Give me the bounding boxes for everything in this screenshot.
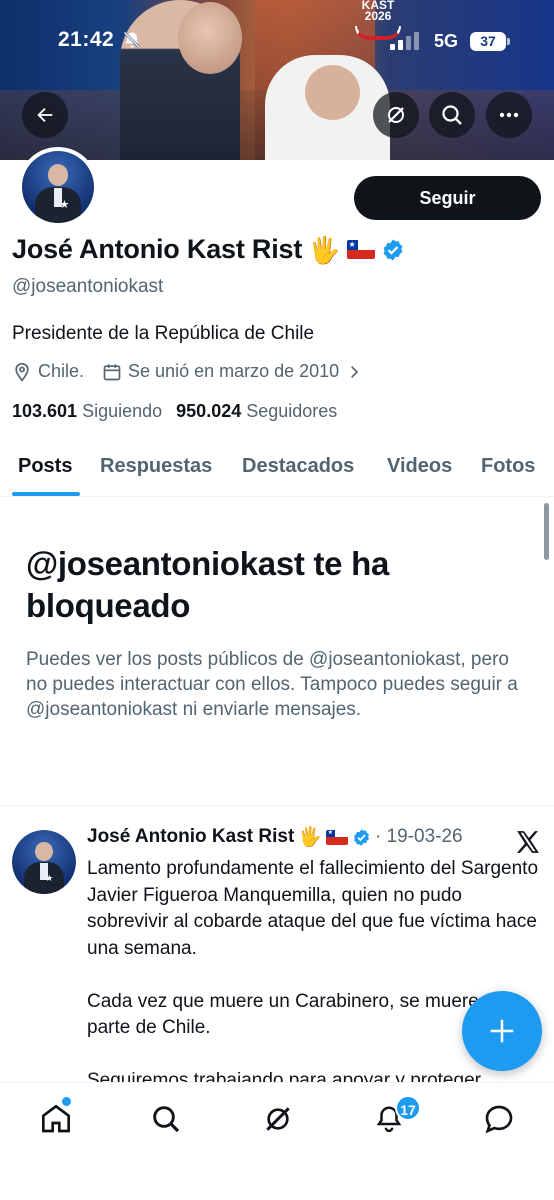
profile-avatar[interactable]: ★ (18, 147, 98, 227)
network-type: 5G (434, 31, 459, 51)
status-bar: 21:42 5G 37 (0, 26, 554, 58)
cellular-signal-icon (390, 32, 419, 50)
location-pin-icon (15, 362, 29, 382)
banner-logo-line2: 2026 (364, 9, 392, 23)
tab-posts[interactable]: Posts (18, 455, 72, 478)
search-icon (442, 105, 462, 125)
tab-respuestas[interactable]: Respuestas (100, 455, 212, 478)
profile-name-row: José Antonio Kast Rist 🖐 ★ (12, 234, 405, 265)
avatar-head (47, 163, 69, 186)
star-icon: ★ (45, 873, 54, 884)
blocked-title: @joseantoniokast te ha bloqueado (26, 545, 389, 624)
verified-badge-icon[interactable] (352, 828, 371, 847)
profile-bio: Presidente de la República de Chile (12, 323, 315, 344)
more-horizontal-icon (499, 112, 519, 118)
following-count[interactable]: 103.601 (12, 401, 77, 422)
bell-off-icon (123, 31, 141, 49)
tab-destacados[interactable]: Destacados (242, 455, 354, 478)
raised-hand-emoji: 🖐 (298, 826, 322, 848)
notifications-badge: 17 (395, 1095, 421, 1121)
profile-handle: @joseantoniokast (12, 276, 164, 297)
search-button[interactable] (429, 92, 475, 138)
followers-label[interactable]: Seguidores (246, 401, 337, 422)
tab-fotos[interactable]: Fotos (481, 455, 535, 478)
x-logo-icon[interactable] (515, 829, 541, 855)
battery-level: 37 (470, 32, 506, 51)
nav-messages[interactable] (479, 1099, 519, 1139)
plus-icon (490, 1019, 514, 1043)
active-tab-indicator (12, 492, 80, 496)
post-paragraph-1: Lamento profundamente el fallecimiento d… (87, 858, 539, 959)
home-icon (42, 1104, 70, 1133)
follow-counts: 103.601 Siguiendo 950.024 Seguidores (12, 401, 337, 422)
profile-banner[interactable]: KAST 2026 (0, 0, 554, 160)
blocked-message: Puedes ver los posts públicos de @josean… (26, 649, 518, 720)
profile-location: Chile. (38, 361, 85, 381)
post-avatar-image: ★ (12, 830, 76, 894)
post-author-avatar[interactable]: ★ (12, 830, 76, 894)
status-time: 21:42 (58, 28, 115, 51)
grok-icon (388, 107, 404, 123)
followers-count[interactable]: 950.024 (176, 401, 241, 422)
following-label[interactable]: Siguiendo (82, 401, 162, 422)
follow-button[interactable]: Seguir (354, 176, 541, 220)
avatar-image: ★ (22, 151, 94, 223)
raised-hand-emoji: 🖐 (308, 234, 341, 265)
battery-cap (507, 38, 510, 45)
profile-joined-date[interactable]: Se unió en marzo de 2010 (128, 361, 339, 382)
scrollbar-thumb[interactable] (544, 503, 549, 560)
post-author-name[interactable]: José Antonio Kast Rist (87, 826, 294, 848)
profile-meta: Chile. Se unió en marzo de 2010 (12, 361, 369, 382)
more-button[interactable] (486, 92, 532, 138)
chevron-right-icon[interactable] (345, 363, 363, 381)
post-header: José Antonio Kast Rist 🖐 ★ · 19-03-26 (87, 826, 463, 848)
grok-button[interactable] (373, 92, 419, 138)
calendar-icon (103, 364, 121, 380)
arrow-left-icon (37, 107, 53, 123)
banner-person-nun-face (305, 65, 360, 120)
search-icon (153, 1106, 180, 1133)
section-divider (0, 805, 554, 806)
avatar-head (35, 841, 53, 861)
back-button[interactable] (22, 92, 68, 138)
chile-flag-icon: ★ (346, 240, 375, 259)
nav-search[interactable] (146, 1099, 186, 1139)
home-unread-dot (62, 1097, 71, 1106)
chile-flag-icon: ★ (325, 829, 348, 845)
verified-badge-icon[interactable] (381, 238, 405, 262)
nav-home[interactable] (36, 1099, 76, 1139)
chat-bubble-icon (485, 1105, 513, 1134)
grok-icon (266, 1107, 290, 1131)
compose-post-button[interactable] (462, 991, 542, 1071)
nav-grok[interactable] (258, 1099, 298, 1139)
post-date[interactable]: · 19-03-26 (375, 826, 463, 848)
tab-videos[interactable]: Videos (387, 455, 452, 478)
star-icon: ★ (59, 198, 70, 211)
profile-tabs: Posts Respuestas Destacados Videos Fotos (0, 441, 554, 497)
profile-name: José Antonio Kast Rist (12, 234, 303, 264)
bottom-navigation: 17 (0, 1082, 554, 1200)
